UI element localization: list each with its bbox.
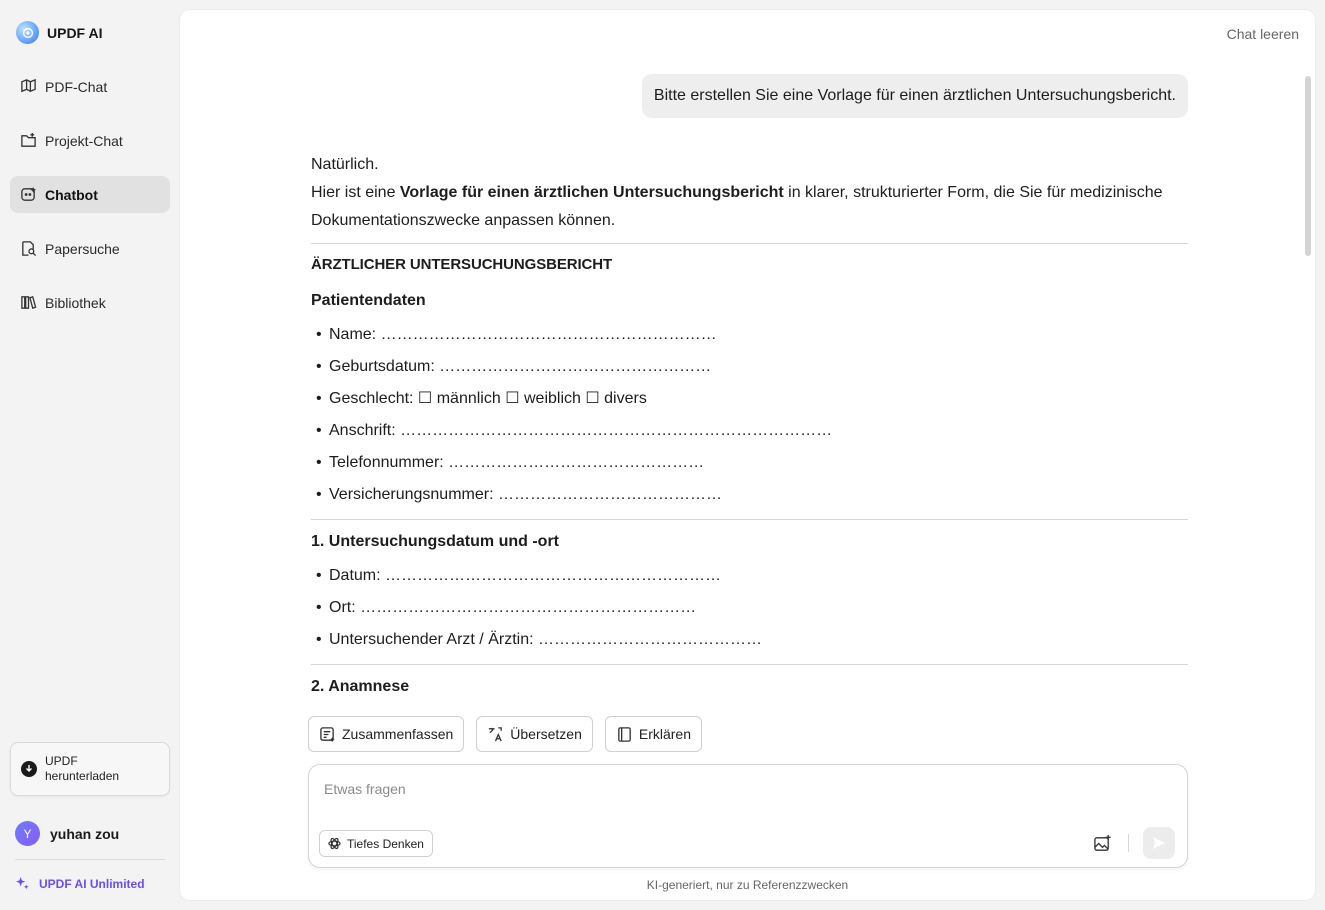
download-label-line2: herunterladen <box>45 769 120 783</box>
sparkle-icon <box>15 876 29 890</box>
sidebar: UPDF AI PDF-Chat Projekt-Chat Chatbot Pa… <box>0 0 180 910</box>
user-profile[interactable]: Y yuhan zou <box>15 821 119 846</box>
chat-panel: Chat leeren Bitte erstellen Sie eine Vor… <box>180 10 1315 900</box>
translate-icon <box>489 726 503 741</box>
download-label-line1: UPDF <box>45 754 78 768</box>
ai-disclaimer: KI-generiert, nur zu Referenzzwecken <box>646 878 849 892</box>
sidebar-item-label: Projekt-Chat <box>45 132 123 149</box>
summarize-button[interactable]: Zusammenfassen <box>308 716 465 752</box>
avatar: Y <box>15 821 40 846</box>
sidebar-item-label: Chatbot <box>45 186 98 203</box>
list-item: Name: ……………………………………………………… <box>311 319 1188 351</box>
library-icon <box>21 295 37 310</box>
answer-intro-2: Hier ist eine Vorlage für einen ärztlich… <box>311 179 1188 207</box>
updf-logo-icon <box>16 21 39 44</box>
section-heading-patient: Patientendaten <box>311 292 426 309</box>
sidebar-item-label: Bibliothek <box>45 294 106 311</box>
message-composer: Tiefes Denken <box>308 764 1188 868</box>
sidebar-nav: PDF-Chat Projekt-Chat Chatbot Papersuche… <box>10 68 170 338</box>
book-open-icon <box>21 78 36 93</box>
summarize-icon <box>320 726 335 742</box>
list-item: Telefonnummer: ………………………………………… <box>311 447 1188 479</box>
send-button[interactable] <box>1143 827 1175 859</box>
patient-fields-list: Name: ……………………………………………………… Geburtsdatum… <box>311 319 1188 511</box>
clear-chat-button[interactable]: Chat leeren <box>1227 26 1299 42</box>
brand[interactable]: UPDF AI <box>16 21 102 44</box>
sidebar-item-pdf-chat[interactable]: PDF-Chat <box>10 68 170 105</box>
send-icon <box>1153 837 1165 849</box>
answer-intro-3: Dokumentationszwecke anpassen können. <box>311 212 616 229</box>
image-upload-button[interactable] <box>1090 831 1114 855</box>
message-input[interactable] <box>324 781 1084 797</box>
book-icon <box>618 726 631 742</box>
scrollbar[interactable] <box>1305 76 1311 256</box>
answer-bold-text: Vorlage für einen ärztlichen Untersuchun… <box>399 184 784 201</box>
list-item: Anschrift: ……………………………………………………………………… <box>311 415 1188 447</box>
deep-think-label: Tiefes Denken <box>347 836 424 851</box>
divider <box>311 519 1188 520</box>
download-label: UPDF herunterladen <box>45 754 119 784</box>
sidebar-item-label: Papersuche <box>45 240 120 257</box>
divider <box>311 664 1188 665</box>
folder-plus-icon <box>21 132 36 147</box>
explain-button[interactable]: Erklären <box>604 716 703 752</box>
sidebar-item-label: PDF-Chat <box>45 78 108 95</box>
user-message: Bitte erstellen Sie eine Vorlage für ein… <box>641 74 1188 118</box>
sidebar-divider <box>15 859 165 860</box>
divider <box>311 243 1188 244</box>
download-updf-button[interactable]: UPDF herunterladen <box>10 742 170 796</box>
list-item: Datum: ……………………………………………………… <box>311 560 1188 592</box>
sidebar-item-chatbot[interactable]: Chatbot <box>10 176 170 213</box>
plan-label: UPDF AI Unlimited <box>39 876 145 891</box>
list-item: Geburtsdatum: …………………………………………… <box>311 351 1188 383</box>
section-heading-2: 2. Anamnese <box>311 678 410 695</box>
sidebar-item-papersuche[interactable]: Papersuche <box>10 230 170 267</box>
chatbot-icon <box>21 186 37 201</box>
section-heading-1: 1. Untersuchungsdatum und -ort <box>311 533 559 550</box>
paper-search-icon <box>22 241 37 257</box>
explain-label: Erklären <box>638 726 692 742</box>
plan-link[interactable]: UPDF AI Unlimited <box>15 876 145 891</box>
atom-icon <box>328 837 341 850</box>
answer-text: in klarer, strukturierter Form, die Sie … <box>783 184 1163 201</box>
assistant-answer: Natürlich. Hier ist eine Vorlage für ein… <box>311 151 1188 701</box>
list-item: Untersuchender Arzt / Ärztin: …………………………… <box>311 624 1188 656</box>
translate-label: Übersetzen <box>510 726 582 742</box>
translate-button[interactable]: Übersetzen <box>476 716 593 752</box>
answer-intro-1: Natürlich. <box>311 156 379 173</box>
brand-name: UPDF AI <box>47 24 103 41</box>
list-item: Geschlecht: ☐ männlich ☐ weiblich ☐ dive… <box>311 383 1188 415</box>
list-item: Ort: ……………………………………………………… <box>311 592 1188 624</box>
composer-divider <box>1128 834 1129 852</box>
user-name: yuhan zou <box>50 825 120 842</box>
deep-think-toggle[interactable]: Tiefes Denken <box>319 830 433 857</box>
section1-fields-list: Datum: ……………………………………………………… Ort: ………………… <box>311 560 1188 656</box>
document-title: ÄRZTLICHER UNTERSUCHUNGSBERICHT <box>311 256 613 273</box>
list-item: Versicherungsnummer: …………………………………… <box>311 479 1188 511</box>
summarize-label: Zusammenfassen <box>342 726 454 742</box>
sidebar-item-bibliothek[interactable]: Bibliothek <box>10 284 170 321</box>
answer-text: Hier ist eine <box>311 184 400 201</box>
download-icon <box>21 761 37 777</box>
image-plus-icon <box>1093 834 1111 851</box>
quick-actions: Zusammenfassen Übersetzen Erklären <box>308 716 703 752</box>
sidebar-item-projekt-chat[interactable]: Projekt-Chat <box>10 122 170 159</box>
